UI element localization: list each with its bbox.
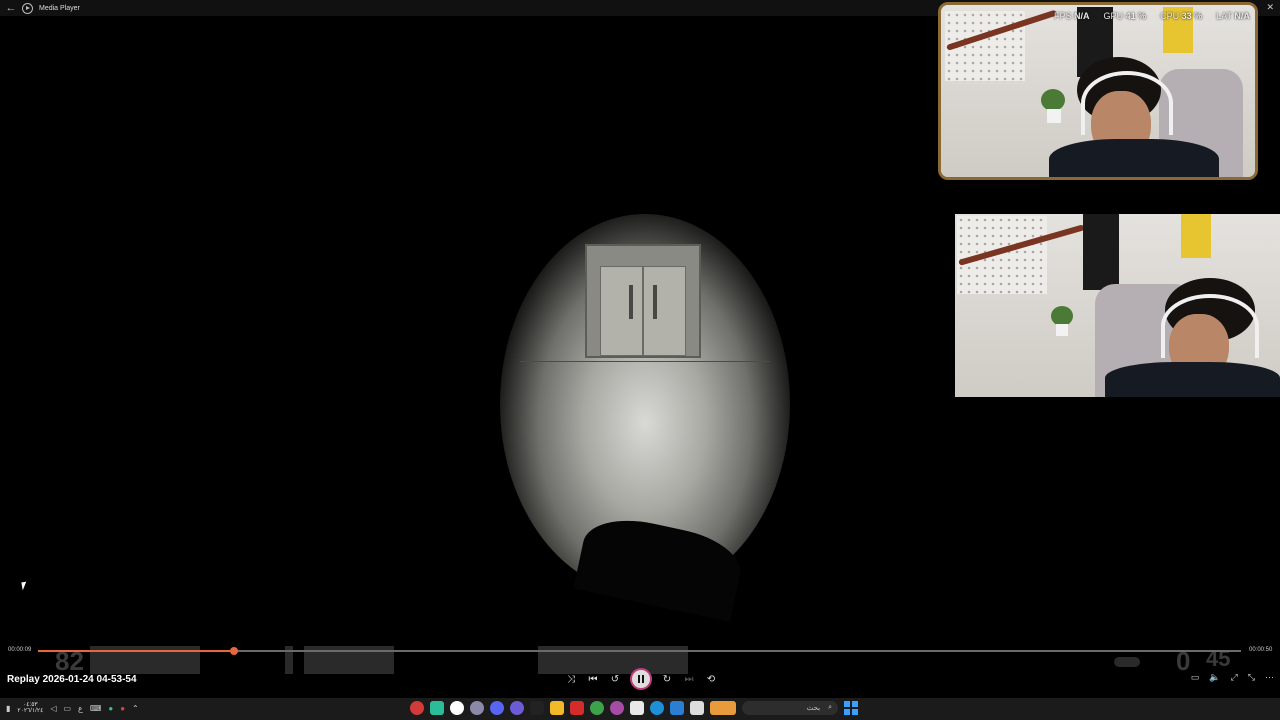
right-controls: ▭ 🔈 ⤢ ⤡ ⋯ (1191, 672, 1274, 683)
clock[interactable]: ٠٤:٥٣ ٢٠٢٦/١/٢٤ (17, 702, 43, 714)
terminal-icon[interactable] (530, 701, 544, 715)
app-icon-blue[interactable] (670, 701, 684, 715)
forward-button[interactable]: ↻ (656, 668, 678, 690)
shuffle-button[interactable]: ⤨ (560, 668, 582, 690)
previous-button[interactable]: ⏮ (582, 668, 604, 690)
obs-icon[interactable] (410, 701, 424, 715)
miniplayer-button[interactable]: ▭ (1191, 672, 1200, 683)
cast-button[interactable]: ⤡ (1248, 672, 1255, 683)
app-icon-purple[interactable] (610, 701, 624, 715)
next-button[interactable]: ⏭ (678, 668, 700, 690)
search-icon: ⌕ (828, 704, 832, 711)
edge-icon[interactable] (650, 701, 664, 715)
start-button[interactable] (844, 701, 858, 715)
repeat-button[interactable]: ⟲ (700, 668, 722, 690)
fullscreen-button[interactable]: ⤢ (1231, 672, 1238, 683)
calendar-icon[interactable] (630, 701, 644, 715)
media-player-icon (22, 2, 33, 14)
media-player-taskbar-icon[interactable] (450, 701, 464, 715)
webcam-overlay-top (938, 2, 1258, 180)
window-icon[interactable] (690, 701, 704, 715)
seek-progress (38, 650, 235, 652)
mic-icon[interactable]: ● (108, 704, 113, 713)
widget-icon[interactable] (710, 701, 736, 715)
cpu-stat: CPU 33 % (1160, 11, 1203, 21)
discord-icon-2[interactable] (510, 701, 524, 715)
ammo-hud-icon (1114, 657, 1140, 667)
fps-stat: FPS N/A (1054, 11, 1090, 21)
rewind-button[interactable]: ↺ (604, 668, 626, 690)
media-title: Replay 2026-01-24 04-53-54 (7, 674, 137, 685)
app-icon-green[interactable] (430, 701, 444, 715)
taskbar: ▮ ٠٤:٥٣ ٢٠٢٦/١/٢٤ ◁ ▭ ع ⌨ ● ● ⌃ بحث ⌕ (0, 698, 1280, 720)
taskbar-apps: بحث ⌕ (410, 701, 858, 715)
discord-icon[interactable] (490, 701, 504, 715)
seek-thumb[interactable] (230, 647, 239, 655)
tray-expand-icon[interactable]: ⌃ (132, 704, 139, 713)
window-title: Media Player (39, 4, 80, 12)
gpu-stat: GPU 41 % (1103, 11, 1147, 21)
floor-line (520, 361, 770, 362)
lat-stat: LAT N/A (1216, 11, 1250, 21)
double-door (600, 266, 686, 356)
webcam-overlay-bottom (955, 214, 1280, 397)
file-explorer-icon[interactable] (550, 701, 564, 715)
seek-bar[interactable] (38, 647, 1241, 655)
chrome-icon[interactable] (590, 701, 604, 715)
volume-button[interactable]: 🔈 (1209, 672, 1220, 683)
recording-icon[interactable]: ● (120, 704, 125, 713)
total-time: 00:00:50 (1249, 647, 1273, 653)
system-tray: ▮ ٠٤:٥٣ ٢٠٢٦/١/٢٤ ◁ ▭ ع ⌨ ● ● ⌃ (6, 702, 139, 714)
settings-icon[interactable] (470, 701, 484, 715)
performance-stats: FPS N/A GPU 41 % CPU 33 % LAT N/A (1054, 11, 1250, 21)
language-icon[interactable]: ع (78, 704, 83, 713)
keyboard-icon[interactable]: ⌨ (90, 704, 102, 713)
acrobat-icon[interactable] (570, 701, 584, 715)
mouse-cursor-icon (21, 581, 28, 591)
search-box[interactable]: بحث ⌕ (742, 701, 838, 715)
current-time: 00:00:09 (8, 647, 32, 653)
network-icon[interactable]: ▭ (63, 704, 71, 713)
more-options-button[interactable]: ⋯ (1265, 672, 1274, 683)
playback-controls: ⤨ ⏮ ↺ ↻ ⏭ ⟲ (560, 668, 722, 690)
media-player-window: ← Media Player – ▢ ✕ FPS N/A (0, 0, 1280, 720)
close-button[interactable]: ✕ (1266, 2, 1274, 13)
pause-button[interactable] (630, 668, 652, 690)
speaker-icon[interactable]: ◁ (50, 704, 56, 713)
notification-icon[interactable]: ▮ (6, 704, 10, 713)
back-button[interactable]: ← (0, 2, 22, 14)
